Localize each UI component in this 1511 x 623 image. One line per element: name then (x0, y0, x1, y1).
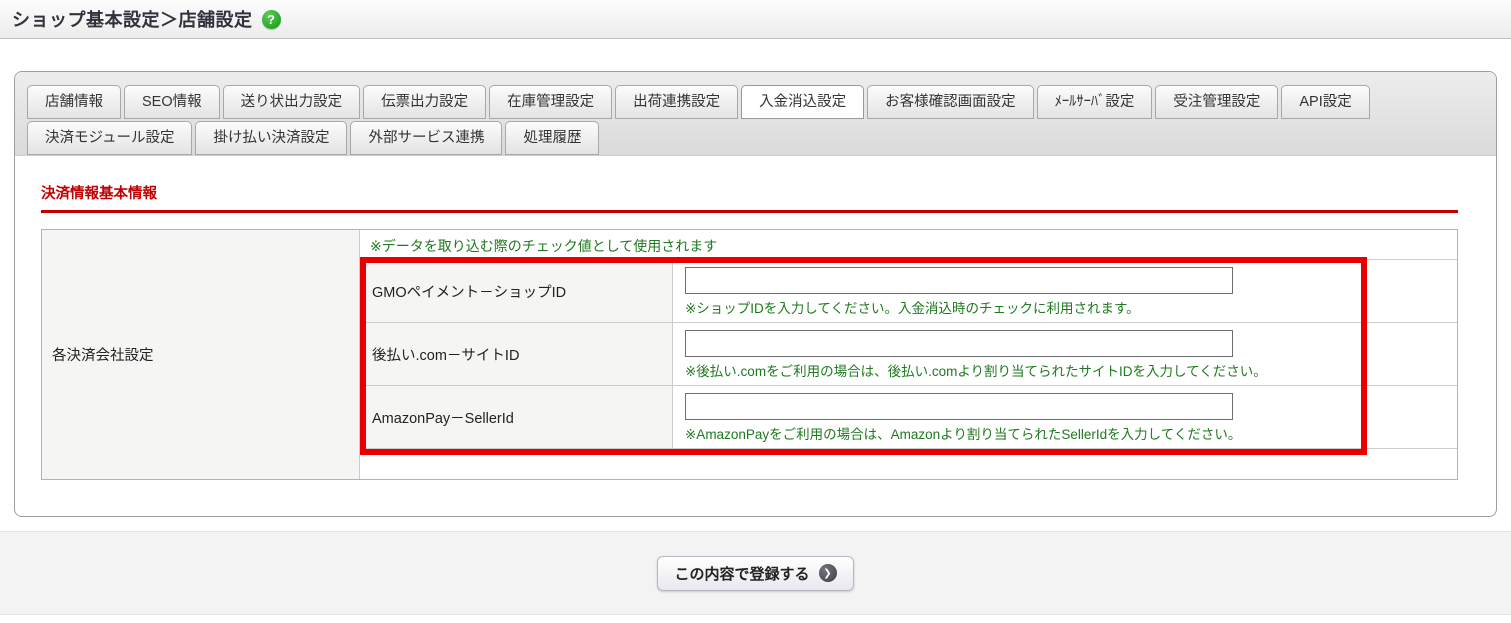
tab-r1-7[interactable]: お客様確認画面設定 (867, 85, 1034, 119)
tab-r1-10[interactable]: API設定 (1281, 85, 1370, 119)
tab-row-1: 店舗情報 SEO情報 送り状出力設定 伝票出力設定 在庫管理設定 出荷連携設定 入金消込設定… (27, 85, 1484, 119)
tab-r2-1[interactable]: 掛け払い決済設定 (195, 121, 348, 155)
atobarai-com-site-id-main: ※後払い.comをご利用の場合は、後払い.comより割り当てられたサイトIDを入… (673, 323, 1457, 385)
tab-r1-6[interactable]: 入金消込設定 (741, 85, 865, 119)
gmo-payment-shop-id-input[interactable] (685, 267, 1233, 294)
footer-bar: この内容で登録する ❯ (0, 531, 1511, 615)
tab-r1-8[interactable]: ﾒｰﾙｻｰﾊﾞ設定 (1036, 85, 1153, 119)
field-row-atobarai-com-site-id: 後払い.com－サイトID ※後払い.comをご利用の場合は、後払い.comより割… (360, 322, 1457, 385)
section-title: 決済情報基本情報 (41, 186, 157, 202)
tab-r1-3[interactable]: 伝票出力設定 (363, 85, 487, 119)
page-title: ショップ基本設定＞店舗設定 (12, 10, 253, 30)
payment-settings-table: 各決済会社設定 ※データを取り込む際のチェック値として使用されます GMOペイメ… (41, 229, 1458, 480)
group-label-cell: 各決済会社設定 (42, 230, 360, 479)
amazonpay-seller-id-label: AmazonPay－SellerId (360, 386, 673, 448)
gmo-payment-shop-id-label: GMOペイメント－ショップID (360, 260, 673, 322)
page-header: ショップ基本設定＞店舗設定 ? (0, 0, 1511, 39)
tab-r1-4[interactable]: 在庫管理設定 (489, 85, 613, 119)
bottom-filler (360, 448, 1457, 479)
field-rows: GMOペイメント－ショップID ※ショップIDを入力してください。入金消込時のチェ… (360, 259, 1457, 448)
section-rule (41, 210, 1458, 213)
tab-strip: 店舗情報 SEO情報 送り状出力設定 伝票出力設定 在庫管理設定 出荷連携設定 入金消込設定… (15, 72, 1496, 156)
field-row-amazonpay-seller-id: AmazonPay－SellerId ※AmazonPayをご利用の場合は、Ama… (360, 385, 1457, 448)
top-note: ※データを取り込む際のチェック値として使用されます (370, 238, 718, 254)
atobarai-com-site-id-label: 後払い.com－サイトID (360, 323, 673, 385)
tab-row-2: 決済モジュール設定 掛け払い決済設定 外部サービス連携 処理履歴 (27, 121, 1484, 155)
gmo-payment-shop-id-main: ※ショップIDを入力してください。入金消込時のチェックに利用されます。 (673, 260, 1457, 322)
help-icon[interactable]: ? (261, 9, 281, 29)
tab-r1-0[interactable]: 店舗情報 (27, 85, 121, 119)
amazonpay-seller-id-input[interactable] (685, 393, 1233, 420)
field-row-gmo-payment-shop-id: GMOペイメント－ショップID ※ショップIDを入力してください。入金消込時のチェ… (360, 259, 1457, 322)
gmo-payment-shop-id-note: ※ショップIDを入力してください。入金消込時のチェックに利用されます。 (685, 301, 1140, 316)
submit-button-label: この内容で登録する (674, 565, 810, 583)
tab-r1-1[interactable]: SEO情報 (124, 85, 220, 119)
amazonpay-seller-id-note: ※AmazonPayをご利用の場合は、Amazonより割り当てられたSeller… (685, 427, 1242, 442)
tab-r2-2[interactable]: 外部サービス連携 (350, 121, 503, 155)
tab-r1-5[interactable]: 出荷連携設定 (615, 85, 739, 119)
tab-r2-3[interactable]: 処理履歴 (505, 121, 600, 155)
settings-panel: 店舗情報 SEO情報 送り状出力設定 伝票出力設定 在庫管理設定 出荷連携設定 入金消込設定… (14, 71, 1497, 517)
panel-body: 決済情報基本情報 各決済会社設定 ※データを取り込む際のチェック値として使用され… (15, 156, 1496, 516)
submit-button[interactable]: この内容で登録する ❯ (657, 555, 854, 591)
arrow-right-circle-icon: ❯ (818, 564, 837, 582)
atobarai-com-site-id-note: ※後払い.comをご利用の場合は、後払い.comより割り当てられたサイトIDを入… (685, 364, 1267, 379)
table-content-cell: ※データを取り込む際のチェック値として使用されます GMOペイメント－ショップI… (360, 230, 1457, 479)
atobarai-com-site-id-input[interactable] (685, 330, 1233, 357)
tab-r2-0[interactable]: 決済モジュール設定 (27, 121, 193, 155)
tab-r1-9[interactable]: 受注管理設定 (1155, 85, 1279, 119)
amazonpay-seller-id-main: ※AmazonPayをご利用の場合は、Amazonより割り当てられたSeller… (673, 386, 1457, 448)
tab-r1-2[interactable]: 送り状出力設定 (222, 85, 361, 119)
